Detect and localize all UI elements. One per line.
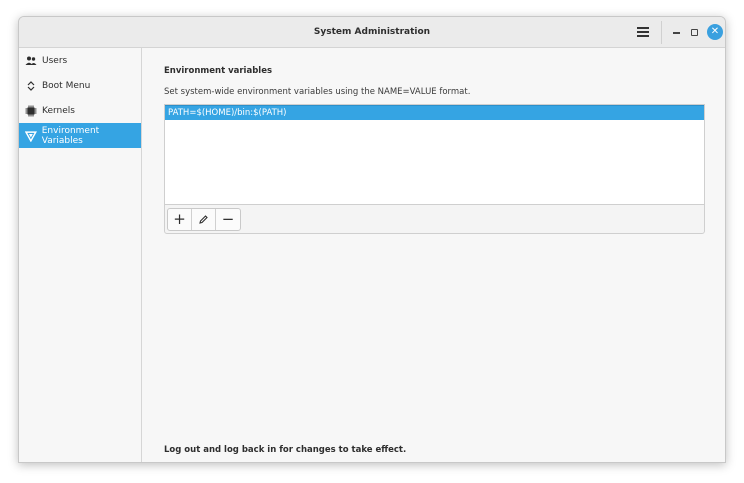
main-content: Environment variables Set system-wide en…: [143, 48, 725, 462]
titlebar: System Administration ✕: [19, 17, 725, 48]
maximize-button[interactable]: [691, 29, 698, 36]
app-window: System Administration ✕ Users Boot Menu: [18, 16, 726, 463]
sidebar-item-environment-variables[interactable]: Environment Variables: [19, 123, 141, 148]
sidebar-item-users[interactable]: Users: [19, 48, 141, 73]
footer-note: Log out and log back in for changes to t…: [164, 445, 407, 455]
sidebar-item-kernels[interactable]: Kernels: [19, 98, 141, 123]
variables-list[interactable]: PATH=$(HOME)/bin:$(PATH): [164, 104, 705, 204]
section-description: Set system-wide environment variables us…: [164, 87, 471, 97]
sidebar-item-label: Environment Variables: [41, 125, 100, 146]
remove-button[interactable]: −: [216, 209, 240, 230]
toolbar-button-group: + −: [167, 208, 241, 231]
sidebar-item-label: Boot Menu: [42, 80, 91, 91]
minus-icon: −: [221, 210, 235, 228]
sidebar-item-label: Users: [42, 55, 68, 66]
section-heading: Environment variables: [164, 66, 273, 76]
updown-icon: [27, 80, 35, 91]
list-toolbar: + −: [164, 204, 705, 234]
edit-button[interactable]: [192, 209, 216, 230]
list-item[interactable]: PATH=$(HOME)/bin:$(PATH): [165, 105, 704, 120]
window-title: System Administration: [313, 27, 431, 37]
minimize-button[interactable]: [673, 32, 680, 34]
sidebar: Users Boot Menu Kernels Environment Vari…: [19, 48, 142, 462]
titlebar-separator: [661, 21, 662, 44]
sidebar-item-boot-menu[interactable]: Boot Menu: [19, 73, 141, 98]
triangle-icon: [25, 130, 37, 142]
plus-icon: +: [173, 210, 186, 228]
add-button[interactable]: +: [168, 209, 192, 230]
chip-icon: [25, 105, 37, 116]
pencil-icon: [199, 215, 208, 224]
close-button[interactable]: ✕: [707, 24, 723, 40]
users-icon: [25, 56, 37, 65]
hamburger-menu-icon[interactable]: [635, 25, 651, 39]
sidebar-item-label: Kernels: [42, 105, 75, 116]
